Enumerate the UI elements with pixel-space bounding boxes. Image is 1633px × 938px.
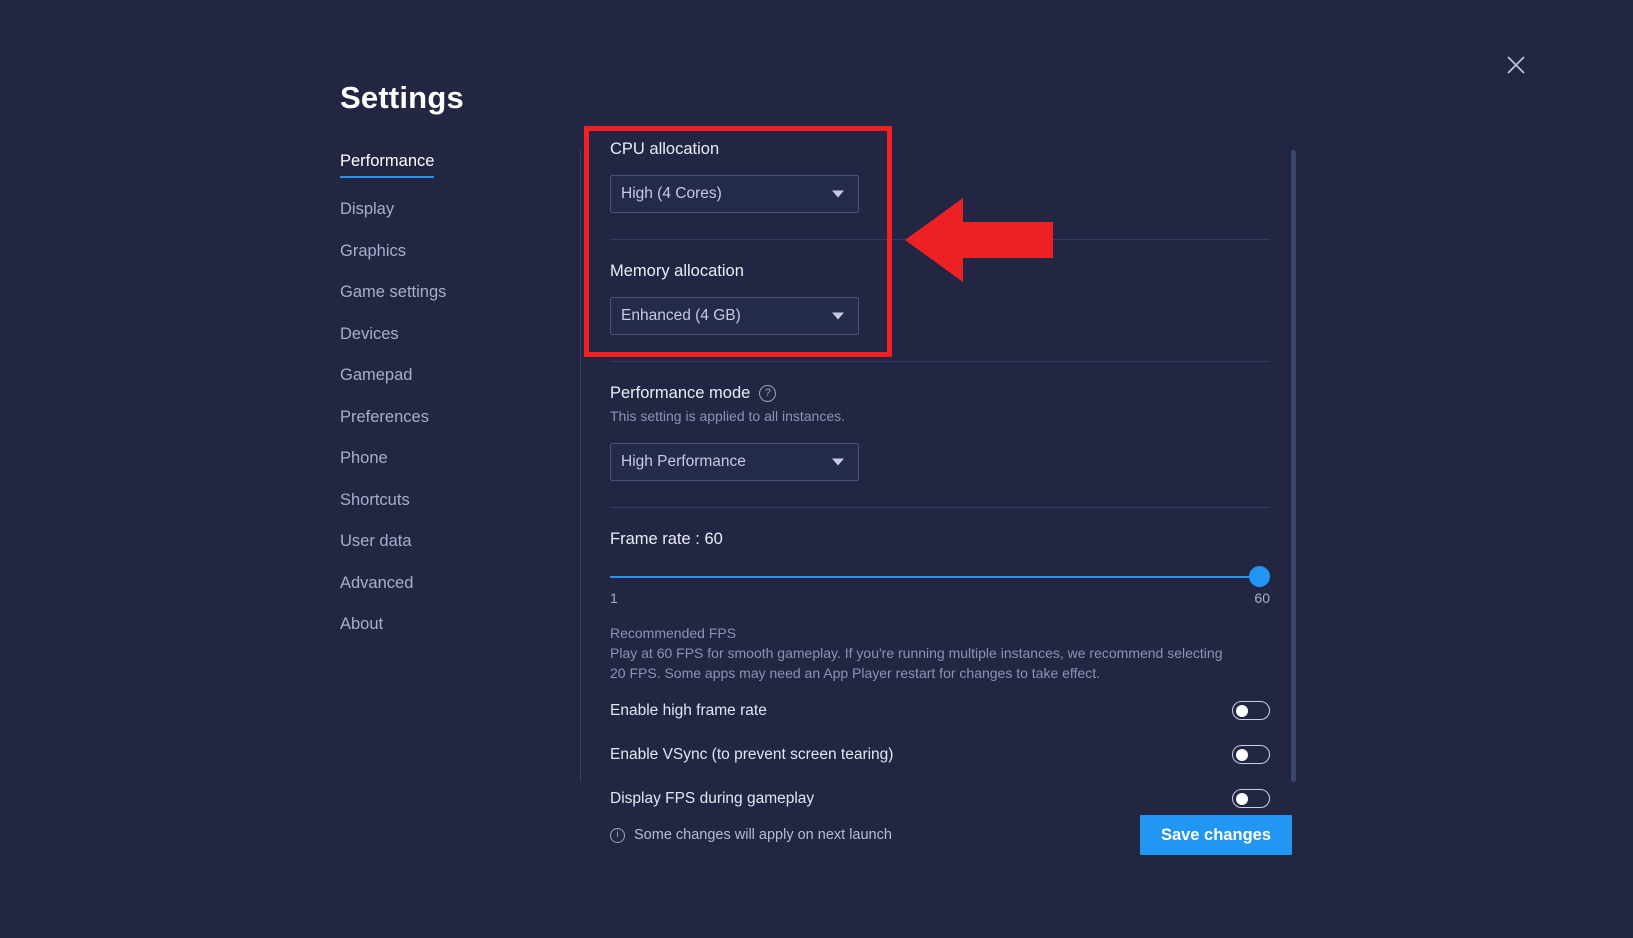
sidebar-item-phone[interactable]: Phone bbox=[340, 449, 388, 468]
frame-rate-slider-thumb[interactable] bbox=[1249, 566, 1270, 587]
help-circle-icon[interactable]: ? bbox=[759, 385, 777, 402]
cpu-allocation-select[interactable]: High (4 Cores) bbox=[610, 175, 859, 213]
toggle-row-vsync: Enable VSync (to prevent screen tearing) bbox=[610, 738, 1270, 772]
toggle-knob bbox=[1235, 704, 1248, 717]
toggle-knob bbox=[1235, 748, 1248, 761]
performance-mode-label: Performance mode bbox=[610, 384, 751, 402]
settings-footer: i Some changes will apply on next launch… bbox=[610, 815, 1292, 855]
toggle-label-vsync: Enable VSync (to prevent screen tearing) bbox=[610, 745, 894, 763]
memory-allocation-select[interactable]: Enhanced (4 GB) bbox=[610, 297, 859, 335]
recommended-fps-heading: Recommended FPS bbox=[610, 625, 737, 641]
toggle-vsync[interactable] bbox=[1232, 745, 1270, 765]
content-scrollbar[interactable] bbox=[1291, 150, 1296, 782]
chevron-down-icon bbox=[832, 190, 844, 198]
frame-rate-max-label: 60 bbox=[1254, 590, 1270, 606]
toggle-row-high-frame-rate: Enable high frame rate bbox=[610, 694, 1270, 728]
memory-allocation-value: Enhanced (4 GB) bbox=[621, 307, 741, 324]
cpu-allocation-value: High (4 Cores) bbox=[621, 185, 722, 202]
content-scrollbar-thumb[interactable] bbox=[1291, 150, 1296, 782]
toggle-label-display-fps: Display FPS during gameplay bbox=[610, 789, 815, 807]
toggle-high-frame-rate[interactable] bbox=[1232, 701, 1270, 721]
close-button[interactable] bbox=[1499, 48, 1533, 82]
toggle-row-display-fps: Display FPS during gameplay bbox=[610, 782, 1270, 816]
performance-mode-value: High Performance bbox=[621, 453, 746, 470]
page-title: Settings bbox=[340, 80, 464, 115]
content-divider bbox=[580, 150, 581, 782]
sidebar-item-display[interactable]: Display bbox=[340, 200, 394, 219]
memory-allocation-label: Memory allocation bbox=[610, 262, 744, 280]
toggle-label-high-frame-rate: Enable high frame rate bbox=[610, 701, 767, 719]
info-circle-icon: i bbox=[610, 827, 625, 843]
sidebar-item-shortcuts[interactable]: Shortcuts bbox=[340, 491, 410, 510]
footer-note: i Some changes will apply on next launch bbox=[610, 827, 892, 843]
toggle-knob bbox=[1235, 792, 1248, 805]
sidebar-item-user-data[interactable]: User data bbox=[340, 532, 412, 551]
sidebar-item-game-settings[interactable]: Game settings bbox=[340, 283, 446, 302]
sidebar-item-performance[interactable]: Performance bbox=[340, 152, 435, 178]
performance-mode-select[interactable]: High Performance bbox=[610, 443, 859, 481]
save-changes-button[interactable]: Save changes bbox=[1139, 815, 1292, 855]
frame-rate-slider[interactable]: 1 60 bbox=[610, 563, 1270, 609]
divider bbox=[610, 361, 1270, 362]
recommended-fps-body: Play at 60 FPS for smooth gameplay. If y… bbox=[610, 645, 1223, 682]
close-icon bbox=[1507, 56, 1525, 74]
sidebar-item-preferences[interactable]: Preferences bbox=[340, 408, 429, 427]
sidebar-item-gamepad[interactable]: Gamepad bbox=[340, 366, 412, 385]
frame-rate-label: Frame rate : 60 bbox=[610, 530, 723, 548]
performance-settings-panel: CPU allocation High (4 Cores) Memory all… bbox=[610, 140, 1270, 816]
chevron-down-icon bbox=[832, 458, 844, 466]
sidebar-item-advanced[interactable]: Advanced bbox=[340, 574, 413, 593]
divider bbox=[610, 239, 1270, 240]
chevron-down-icon bbox=[832, 312, 844, 320]
sidebar-item-about[interactable]: About bbox=[340, 615, 383, 634]
sidebar-item-devices[interactable]: Devices bbox=[340, 325, 399, 344]
performance-mode-description: This setting is applied to all instances… bbox=[610, 408, 846, 424]
footer-note-text: Some changes will apply on next launch bbox=[634, 827, 892, 843]
settings-sidebar: Performance Display Graphics Game settin… bbox=[340, 152, 540, 657]
cpu-allocation-label: CPU allocation bbox=[610, 140, 720, 158]
divider bbox=[610, 507, 1270, 508]
sidebar-item-graphics[interactable]: Graphics bbox=[340, 242, 406, 261]
frame-rate-slider-fill bbox=[610, 576, 1259, 578]
frame-rate-min-label: 1 bbox=[610, 590, 618, 606]
toggle-display-fps[interactable] bbox=[1232, 789, 1270, 809]
